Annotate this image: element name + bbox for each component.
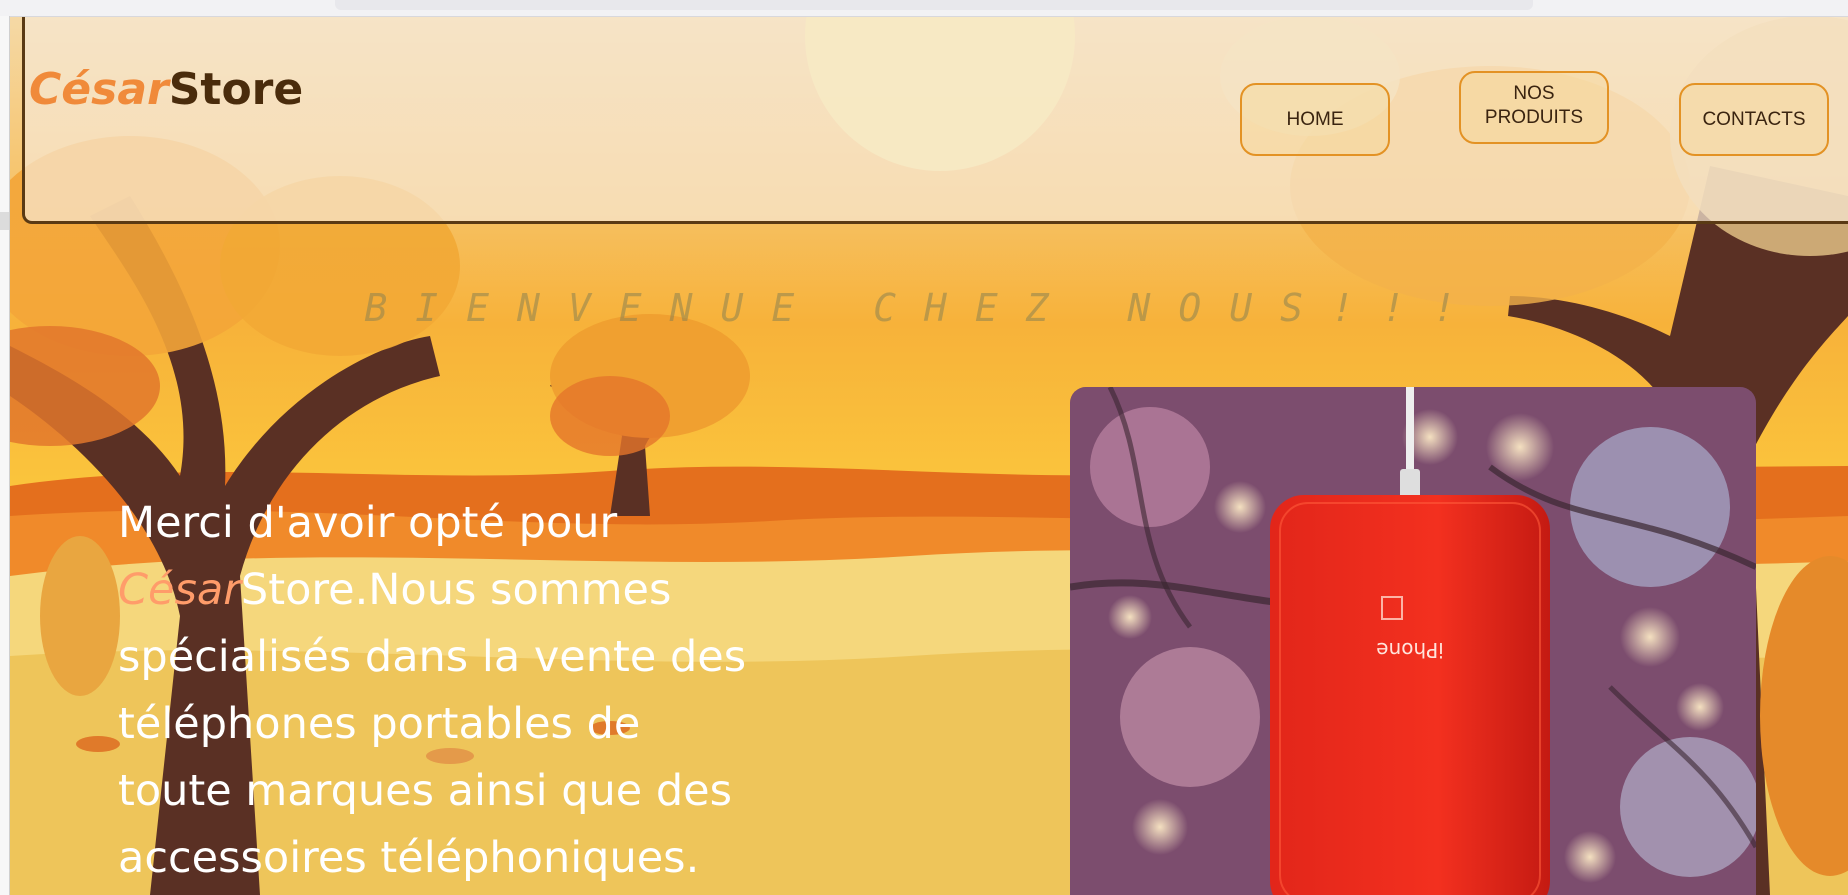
site-logo[interactable]: CésarStore xyxy=(29,64,303,115)
address-bar[interactable] xyxy=(335,0,1533,10)
welcome-heading: BIENVENUE CHEZ NOUS!!! xyxy=(364,286,1484,330)
browser-toolbar-strip xyxy=(0,0,1848,17)
nav-produits-button[interactable]: NOS PRODUITS xyxy=(1459,71,1609,144)
nav-contacts-button[interactable]: CONTACTS xyxy=(1679,83,1829,156)
nav-contacts-label: CONTACTS xyxy=(1702,109,1806,130)
nav-produits-label: NOS PRODUITS xyxy=(1484,83,1584,128)
nav-home-button[interactable]: HOME xyxy=(1240,83,1390,156)
phone-label: iPhone xyxy=(1376,638,1444,662)
edge-tab xyxy=(0,212,9,230)
site-header: CésarStore HOME NOS PRODUITS CONTACTS xyxy=(22,16,1848,224)
nav-home-label: HOME xyxy=(1286,109,1344,130)
product-photo: iPhone xyxy=(1070,387,1756,895)
intro-brand-accent: César xyxy=(118,565,241,615)
window-left-edge xyxy=(0,16,10,895)
intro-text: Merci d'avoir opté pour CésarStore.Nous … xyxy=(118,498,747,883)
